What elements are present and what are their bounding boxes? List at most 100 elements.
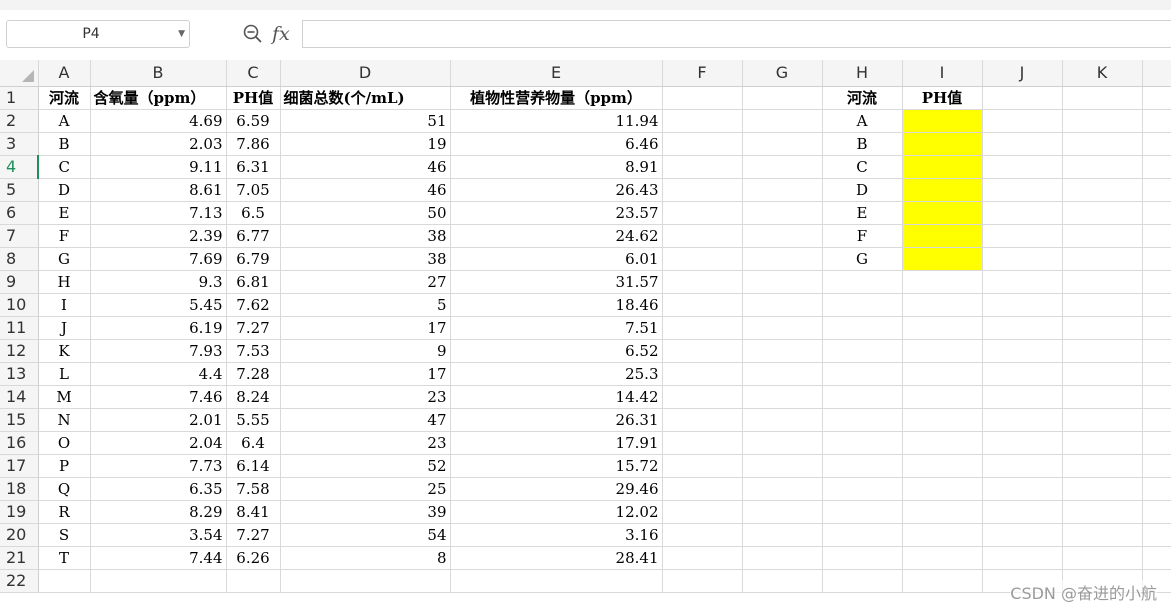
cell[interactable]: [742, 86, 823, 110]
lookup-river-cell[interactable]: E: [822, 201, 903, 225]
row-header[interactable]: 14: [0, 385, 39, 409]
header-river-cell[interactable]: 河流: [38, 86, 91, 110]
cell[interactable]: [742, 155, 823, 179]
lookup-river-cell[interactable]: [822, 431, 903, 455]
cell[interactable]: [822, 569, 903, 593]
cell[interactable]: [1062, 270, 1143, 294]
oxygen-cell[interactable]: 2.39: [90, 224, 227, 248]
ph-cell[interactable]: 6.79: [226, 247, 281, 271]
cell[interactable]: [982, 270, 1063, 294]
cell[interactable]: [742, 523, 823, 547]
row-header[interactable]: 13: [0, 362, 39, 386]
nutrients-cell[interactable]: 23.57: [450, 201, 663, 225]
cell[interactable]: [742, 293, 823, 317]
nutrients-cell[interactable]: 29.46: [450, 477, 663, 501]
oxygen-cell[interactable]: 7.73: [90, 454, 227, 478]
lookup-ph-cell[interactable]: [902, 201, 983, 225]
cell[interactable]: [1142, 316, 1171, 340]
column-header-d[interactable]: D: [280, 60, 451, 87]
oxygen-cell[interactable]: 2.04: [90, 431, 227, 455]
cell[interactable]: [742, 362, 823, 386]
column-header-j[interactable]: J: [982, 60, 1063, 87]
nutrients-cell[interactable]: 18.46: [450, 293, 663, 317]
cell[interactable]: [662, 293, 743, 317]
row-header[interactable]: 16: [0, 431, 39, 455]
bacteria-cell[interactable]: 39: [280, 500, 451, 524]
cell[interactable]: [662, 385, 743, 409]
bacteria-cell[interactable]: 54: [280, 523, 451, 547]
cell[interactable]: [1142, 178, 1171, 202]
cell[interactable]: [662, 500, 743, 524]
cell[interactable]: [742, 385, 823, 409]
chevron-down-icon[interactable]: ▼: [178, 21, 185, 47]
ph-cell[interactable]: 7.58: [226, 477, 281, 501]
nutrients-cell[interactable]: 26.43: [450, 178, 663, 202]
bacteria-cell[interactable]: 38: [280, 247, 451, 271]
river-cell[interactable]: L: [38, 362, 91, 386]
ph-cell[interactable]: 7.53: [226, 339, 281, 363]
cell[interactable]: [982, 201, 1063, 225]
ph-cell[interactable]: 7.27: [226, 316, 281, 340]
river-cell[interactable]: S: [38, 523, 91, 547]
bacteria-cell[interactable]: 46: [280, 178, 451, 202]
lookup-river-cell[interactable]: A: [822, 109, 903, 133]
ph-cell[interactable]: 6.4: [226, 431, 281, 455]
cell[interactable]: [1062, 431, 1143, 455]
oxygen-cell[interactable]: 6.35: [90, 477, 227, 501]
river-cell[interactable]: M: [38, 385, 91, 409]
cell[interactable]: [662, 546, 743, 570]
cell[interactable]: [982, 155, 1063, 179]
oxygen-cell[interactable]: 6.19: [90, 316, 227, 340]
oxygen-cell[interactable]: 8.61: [90, 178, 227, 202]
cell[interactable]: [742, 247, 823, 271]
cell[interactable]: [1062, 523, 1143, 547]
oxygen-cell[interactable]: 8.29: [90, 500, 227, 524]
cell[interactable]: [742, 224, 823, 248]
row-header[interactable]: 10: [0, 293, 39, 317]
bacteria-cell[interactable]: 52: [280, 454, 451, 478]
cell[interactable]: [1062, 247, 1143, 271]
ph-cell[interactable]: 7.05: [226, 178, 281, 202]
column-header-e[interactable]: E: [450, 60, 663, 87]
cell[interactable]: [982, 523, 1063, 547]
lookup-river-cell[interactable]: [822, 454, 903, 478]
fx-icon[interactable]: fx: [272, 22, 290, 46]
oxygen-cell[interactable]: 7.93: [90, 339, 227, 363]
lookup-ph-cell[interactable]: [902, 155, 983, 179]
cell[interactable]: [902, 569, 983, 593]
nutrients-cell[interactable]: 7.51: [450, 316, 663, 340]
cell[interactable]: [1062, 385, 1143, 409]
bacteria-cell[interactable]: 51: [280, 109, 451, 133]
ph-cell[interactable]: 7.28: [226, 362, 281, 386]
header-oxygen-cell[interactable]: 含氧量（ppm）: [90, 86, 227, 110]
row-header[interactable]: 17: [0, 454, 39, 478]
column-header-c[interactable]: C: [226, 60, 281, 87]
cell[interactable]: [1062, 109, 1143, 133]
cell[interactable]: [1142, 339, 1171, 363]
river-cell[interactable]: R: [38, 500, 91, 524]
river-cell[interactable]: T: [38, 546, 91, 570]
cell[interactable]: [662, 477, 743, 501]
river-cell[interactable]: G: [38, 247, 91, 271]
cell[interactable]: [662, 201, 743, 225]
cell[interactable]: [982, 86, 1063, 110]
nutrients-cell[interactable]: 12.02: [450, 500, 663, 524]
bacteria-cell[interactable]: 50: [280, 201, 451, 225]
bacteria-cell[interactable]: 17: [280, 362, 451, 386]
cell[interactable]: [1142, 247, 1171, 271]
cell[interactable]: [1062, 500, 1143, 524]
nutrients-cell[interactable]: 26.31: [450, 408, 663, 432]
cell[interactable]: [1142, 293, 1171, 317]
cell[interactable]: [1062, 86, 1143, 110]
lookup-river-cell[interactable]: B: [822, 132, 903, 156]
lookup-ph-cell[interactable]: [902, 247, 983, 271]
cell[interactable]: [742, 569, 823, 593]
lookup-river-cell[interactable]: G: [822, 247, 903, 271]
river-cell[interactable]: P: [38, 454, 91, 478]
cell[interactable]: [662, 224, 743, 248]
lookup-river-cell[interactable]: [822, 500, 903, 524]
river-cell[interactable]: K: [38, 339, 91, 363]
row-header[interactable]: 19: [0, 500, 39, 524]
river-cell[interactable]: B: [38, 132, 91, 156]
cell[interactable]: [982, 247, 1063, 271]
